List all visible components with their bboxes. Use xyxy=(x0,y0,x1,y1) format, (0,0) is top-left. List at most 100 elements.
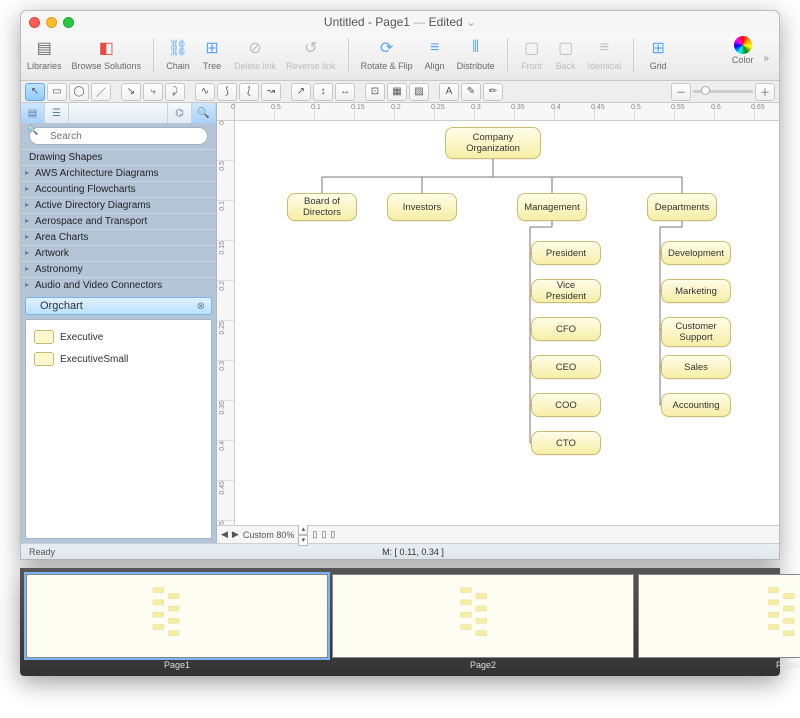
zoom-label: Custom 80% xyxy=(243,530,295,540)
org-node[interactable]: CustomerSupport xyxy=(661,317,731,347)
text-tool[interactable]: A xyxy=(439,83,459,101)
org-node[interactable]: Investors xyxy=(387,193,457,221)
org-node[interactable]: Vice President xyxy=(531,279,601,303)
sidebar-tab-spacer xyxy=(69,103,168,123)
page-thumbnail[interactable]: Page3 xyxy=(638,574,800,670)
category-item[interactable]: Audio and Video Connectors xyxy=(21,277,216,293)
category-item[interactable]: Aerospace and Transport xyxy=(21,213,216,229)
category-item[interactable]: AWS Architecture Diagrams xyxy=(21,165,216,181)
ellipse-tool[interactable]: ◯ xyxy=(69,83,89,101)
category-item[interactable]: Artwork xyxy=(21,245,216,261)
page-thumbnail[interactable]: Page2 xyxy=(332,574,634,670)
sidebar-tab-list-icon[interactable]: ☰ xyxy=(45,103,69,123)
sidebar-tab-tree-icon[interactable]: ⌬ xyxy=(168,103,192,123)
back-button[interactable]: ▢Back xyxy=(554,36,578,71)
main-toolbar: ▤Libraries ◧Browse Solutions ⛓Chain ⊞Tre… xyxy=(21,33,779,81)
category-heading: Drawing Shapes xyxy=(21,149,216,165)
org-node[interactable]: Sales xyxy=(661,355,731,379)
zoom-step-up[interactable]: ▴ xyxy=(298,524,308,535)
category-item[interactable]: Active Directory Diagrams xyxy=(21,197,216,213)
overflow-chevron-icon[interactable]: » xyxy=(763,53,773,64)
org-node[interactable]: Accounting xyxy=(661,393,731,417)
smart-tool-3[interactable]: ⟅ xyxy=(239,83,259,101)
close-button[interactable] xyxy=(29,17,40,28)
arrow-tool-1[interactable]: ↗ xyxy=(291,83,311,101)
shape-item[interactable]: ExecutiveSmall xyxy=(32,348,205,370)
arrow-tool-2[interactable]: ↕ xyxy=(313,83,333,101)
line-tool[interactable]: ／ xyxy=(91,83,111,101)
minimize-button[interactable] xyxy=(46,17,57,28)
smart-tool-4[interactable]: ↝ xyxy=(261,83,281,101)
status-ready: Ready xyxy=(29,547,55,557)
canvas-area: 00.50.10.150.20.250.30.350.40.450.50.550… xyxy=(217,103,779,543)
sidebar-tab-search-icon[interactable]: 🔍 xyxy=(192,103,216,123)
org-node[interactable]: CFO xyxy=(531,317,601,341)
zoom-out-button[interactable]: － xyxy=(671,83,691,101)
libraries-button[interactable]: ▤Libraries xyxy=(27,36,62,71)
close-library-icon[interactable]: ⊗ xyxy=(197,301,205,312)
distribute-button[interactable]: ⫴Distribute xyxy=(457,36,495,71)
org-node[interactable]: COO xyxy=(531,393,601,417)
org-node[interactable]: CompanyOrganization xyxy=(445,127,541,159)
org-node[interactable]: Departments xyxy=(647,193,717,221)
zoom-slider[interactable] xyxy=(693,90,753,93)
view-mode-3-icon[interactable]: ▯ xyxy=(330,529,335,540)
sidebar: ▤ ☰ ⌬ 🔍 Drawing Shapes AWS Architecture … xyxy=(21,103,217,543)
zoom-in-button[interactable]: ＋ xyxy=(755,83,775,101)
browse-solutions-button[interactable]: ◧Browse Solutions xyxy=(72,36,142,71)
group-tool-3[interactable]: ▨ xyxy=(409,83,429,101)
zoom-button[interactable] xyxy=(63,17,74,28)
app-window: Untitled - Page1 — Edited ⌄ ▤Libraries ◧… xyxy=(20,10,780,560)
connector-tool-2[interactable]: ⤷ xyxy=(143,83,163,101)
category-item[interactable]: Area Charts xyxy=(21,229,216,245)
org-node[interactable]: CEO xyxy=(531,355,601,379)
org-node[interactable]: CTO xyxy=(531,431,601,455)
category-item[interactable]: Astronomy xyxy=(21,261,216,277)
canvas[interactable]: CompanyOrganization Board ofDirectors Inve… xyxy=(235,121,779,525)
shape-item[interactable]: Executive xyxy=(32,326,205,348)
sidebar-tab-libraries-icon[interactable]: ▤ xyxy=(21,103,45,123)
pointer-tool[interactable]: ↖ xyxy=(25,83,45,101)
zoom-step-down[interactable]: ▾ xyxy=(298,535,308,546)
window-title: Untitled - Page1 — Edited ⌄ xyxy=(21,15,779,29)
rect-tool[interactable]: ▭ xyxy=(47,83,67,101)
next-page-icon[interactable]: ▶ xyxy=(232,529,239,540)
category-item[interactable]: Accounting Flowcharts xyxy=(21,181,216,197)
org-node[interactable]: Development xyxy=(661,241,731,265)
front-button[interactable]: ▢Front xyxy=(520,36,544,71)
org-node[interactable]: President xyxy=(531,241,601,265)
sidebar-tabs: ▤ ☰ ⌬ 🔍 xyxy=(21,103,216,123)
search-input[interactable] xyxy=(29,127,208,145)
grid-button[interactable]: ⊞Grid xyxy=(646,36,670,71)
prev-page-icon[interactable]: ◀ xyxy=(221,529,228,540)
group-tool-1[interactable]: ⊡ xyxy=(365,83,385,101)
connector-tool-1[interactable]: ↘ xyxy=(121,83,141,101)
group-tool-2[interactable]: ▦ xyxy=(387,83,407,101)
reverse-link-button[interactable]: ↺Reverse link xyxy=(286,36,336,71)
shape-palette: ExecutiveExecutiveSmall xyxy=(25,319,212,539)
eyedropper-tool[interactable]: ✎ xyxy=(461,83,481,101)
delete-link-button[interactable]: ⊘Delete link xyxy=(234,36,276,71)
color-button[interactable]: Color xyxy=(732,36,754,65)
chain-button[interactable]: ⛓Chain xyxy=(166,36,190,71)
smart-tool-1[interactable]: ∿ xyxy=(195,83,215,101)
tree-button[interactable]: ⊞Tree xyxy=(200,36,224,71)
selected-library[interactable]: Orgchart ⊗ xyxy=(25,297,212,315)
view-mode-1-icon[interactable]: ▯ xyxy=(312,529,317,540)
pen-tool[interactable]: ✏ xyxy=(483,83,503,101)
shape-swatch-icon xyxy=(34,330,54,344)
identical-button[interactable]: ≡Identical xyxy=(588,36,622,71)
zoom-bar: ◀ ▶ Custom 80% ▴ ▾ ▯ ▯ ▯ xyxy=(217,525,779,543)
vertical-ruler: 00.50.10.150.20.250.30.350.40.450.5 xyxy=(217,121,235,525)
org-node[interactable]: Management xyxy=(517,193,587,221)
search-wrap xyxy=(21,123,216,149)
org-node[interactable]: Marketing xyxy=(661,279,731,303)
connector-tool-3[interactable]: ⤸ xyxy=(165,83,185,101)
org-node[interactable]: Board ofDirectors xyxy=(287,193,357,221)
smart-tool-2[interactable]: ⟆ xyxy=(217,83,237,101)
rotate-flip-button[interactable]: ⟳Rotate & Flip xyxy=(361,36,413,71)
page-thumbnail[interactable]: Page1 xyxy=(26,574,328,670)
arrow-tool-3[interactable]: ↔ xyxy=(335,83,355,101)
view-mode-2-icon[interactable]: ▯ xyxy=(321,529,326,540)
align-button[interactable]: ≡Align xyxy=(423,36,447,71)
